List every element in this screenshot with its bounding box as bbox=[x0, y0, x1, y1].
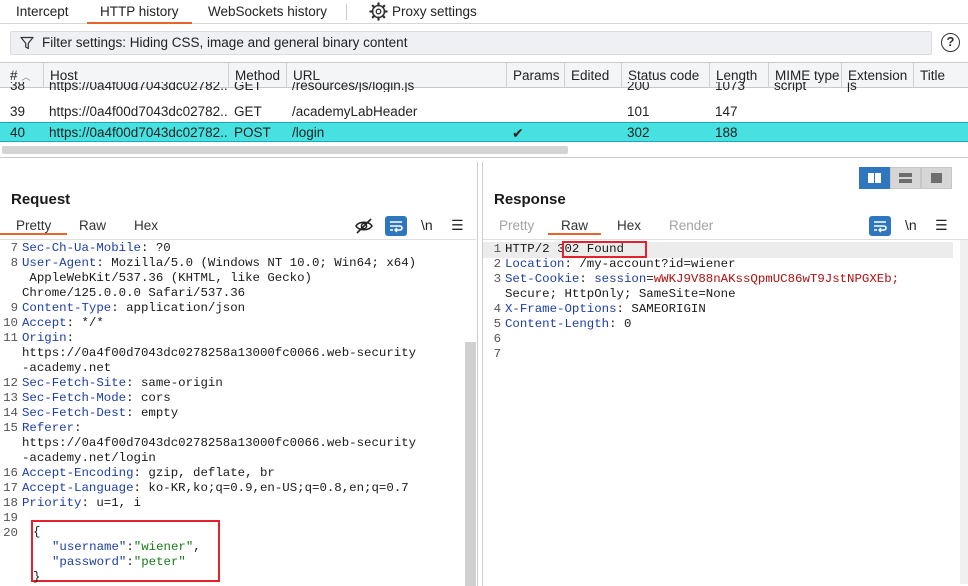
tab-proxy-settings[interactable]: Proxy settings bbox=[392, 0, 477, 24]
request-line: Chrome/125.0.0.0 Safari/537.36 bbox=[22, 286, 246, 300]
show-newlines-icon[interactable]: \n bbox=[905, 217, 917, 233]
cell-url: /academyLabHeader bbox=[292, 104, 418, 119]
request-line: 7 Sec-Ch-Ua-Mobile: ?0 bbox=[10, 241, 171, 255]
request-line: 11 Origin: bbox=[3, 331, 75, 345]
request-line: https://0a4f00d7043dc0278258a13000fc0066… bbox=[22, 346, 417, 360]
cell-status: 302 bbox=[627, 125, 650, 140]
cell-status: 200 bbox=[627, 82, 650, 92]
json-close-brace: } bbox=[33, 570, 41, 584]
cell-extension: js bbox=[847, 82, 857, 92]
request-title: Request bbox=[11, 191, 71, 208]
response-tab-raw[interactable]: Raw bbox=[548, 218, 602, 235]
request-line: AppleWebKit/537.36 (KHTML, like Gecko) bbox=[22, 271, 312, 285]
cell-number: 39 bbox=[10, 104, 26, 119]
cell-method: POST bbox=[234, 125, 271, 140]
response-tab-hex[interactable]: Hex bbox=[617, 218, 641, 233]
request-line: 12 Sec-Fetch-Site: same-origin bbox=[3, 376, 223, 390]
table-row-selected[interactable]: 40 https://0a4f00d7043dc02782... POST /l… bbox=[0, 122, 968, 142]
json-open-brace: { bbox=[33, 525, 41, 539]
request-line: 9 Content-Type: application/json bbox=[10, 301, 246, 315]
request-line: 17 Accept-Language: ko-KR,ko;q=0.9,en-US;… bbox=[3, 481, 409, 495]
request-editor[interactable]: 7 Sec-Ch-Ua-Mobile: ?0 8 User-Agent: Mozill… bbox=[0, 241, 462, 585]
status-highlight-box bbox=[562, 241, 647, 258]
request-line: 20 bbox=[3, 526, 18, 540]
tab-websockets-history[interactable]: WebSockets history bbox=[208, 0, 327, 24]
gear-icon[interactable] bbox=[369, 2, 388, 21]
response-line: 3 Set-Cookie: session=wWKJ9V88nAKssQpmUC8… bbox=[493, 272, 900, 286]
request-line: -academy.net bbox=[22, 361, 112, 375]
request-tab-pretty[interactable]: Pretty bbox=[0, 218, 68, 235]
tab-http-history[interactable]: HTTP history bbox=[87, 0, 192, 24]
request-vertical-scrollbar[interactable] bbox=[465, 342, 476, 586]
response-line: 6 bbox=[493, 332, 501, 346]
response-editor[interactable]: 1 HTTP/2 302 Found 2 Location: /my-account… bbox=[483, 241, 953, 582]
response-title: Response bbox=[494, 191, 566, 208]
response-tab-pretty[interactable]: Pretty bbox=[499, 218, 534, 233]
proxy-tab-bar: Intercept HTTP history WebSockets histor… bbox=[0, 0, 968, 24]
cell-method: GET bbox=[234, 82, 262, 92]
response-tab-render[interactable]: Render bbox=[669, 218, 713, 233]
cell-length: 188 bbox=[715, 125, 738, 140]
table-row[interactable]: 38 https://0a4f00d7043dc02782... GET /re… bbox=[0, 82, 968, 98]
sort-asc-icon: ︿ bbox=[21, 72, 31, 82]
tab-divider bbox=[346, 4, 347, 20]
filter-funnel-icon bbox=[20, 36, 34, 50]
params-check-icon: ✔ bbox=[512, 125, 524, 141]
request-line: 10 Accept: */* bbox=[3, 316, 104, 330]
cell-host: https://0a4f00d7043dc02782... bbox=[49, 104, 228, 119]
request-line: 8 User-Agent: Mozilla/5.0 (Windows NT 10.… bbox=[10, 256, 417, 270]
menu-hamburger-icon[interactable]: ☰ bbox=[935, 217, 948, 234]
response-panel: Response Pretty Raw Hex Render \n ☰ 1 HTT… bbox=[482, 162, 968, 586]
response-line: 2 Location: /my-account?id=wiener bbox=[493, 257, 736, 271]
request-line: 19 bbox=[3, 511, 18, 525]
cell-method: GET bbox=[234, 104, 262, 119]
cell-mime: script bbox=[774, 82, 807, 92]
request-line: -academy.net/login bbox=[22, 451, 156, 465]
wrap-lines-icon[interactable] bbox=[385, 216, 407, 236]
cell-length: 147 bbox=[715, 104, 738, 119]
request-line: https://0a4f00d7043dc0278258a13000fc0066… bbox=[22, 436, 417, 450]
cell-host: https://0a4f00d7043dc02782... bbox=[49, 125, 228, 140]
show-newlines-icon[interactable]: \n bbox=[421, 217, 433, 233]
response-tab-underline bbox=[483, 239, 968, 240]
help-icon[interactable]: ? bbox=[941, 33, 960, 52]
http-history-table: # ︿ Host Method URL Params Edited Status … bbox=[0, 62, 968, 158]
table-horizontal-scrollbar[interactable] bbox=[2, 146, 568, 154]
request-tab-hex[interactable]: Hex bbox=[134, 218, 158, 233]
menu-hamburger-icon[interactable]: ☰ bbox=[451, 217, 464, 234]
cell-host: https://0a4f00d7043dc02782... bbox=[49, 82, 228, 92]
json-username-line: "username":"wiener", bbox=[52, 540, 201, 554]
tab-intercept[interactable]: Intercept bbox=[16, 0, 69, 24]
request-line: 14 Sec-Fetch-Dest: empty bbox=[3, 406, 179, 420]
wrap-lines-icon[interactable] bbox=[869, 216, 891, 236]
table-row[interactable]: 39 https://0a4f00d7043dc02782... GET /ac… bbox=[0, 102, 968, 122]
response-vertical-scrollbar[interactable] bbox=[960, 240, 968, 584]
cell-number: 38 bbox=[10, 82, 26, 92]
hide-nonprintable-eye-icon[interactable] bbox=[354, 216, 374, 236]
request-tab-raw[interactable]: Raw bbox=[79, 218, 106, 233]
cell-length: 1073 bbox=[715, 82, 746, 92]
request-line: 15 Referer: bbox=[3, 421, 82, 435]
request-panel: Request Pretty Raw Hex \n ☰ 7 Sec-Ch-Ua-M… bbox=[0, 162, 478, 586]
request-line: 18 Priority: u=1, i bbox=[3, 496, 141, 510]
response-line: Secure; HttpOnly; SameSite=None bbox=[505, 287, 736, 301]
filter-settings-text: Filter settings: Hiding CSS, image and g… bbox=[42, 35, 408, 50]
response-line: 7 bbox=[493, 347, 501, 361]
response-line: 4 X-Frame-Options: SAMEORIGIN bbox=[493, 302, 706, 316]
cell-number: 40 bbox=[10, 125, 26, 140]
response-line: 5 Content-Length: 0 bbox=[493, 317, 632, 331]
cell-url: /resources/js/login.js bbox=[292, 82, 415, 92]
cell-url: /login bbox=[292, 125, 325, 140]
request-line: 13 Sec-Fetch-Mode: cors bbox=[3, 391, 171, 405]
filter-settings-bar[interactable]: Filter settings: Hiding CSS, image and g… bbox=[10, 31, 932, 55]
json-password-line: "password":"peter" bbox=[52, 555, 186, 569]
request-tab-underline bbox=[0, 239, 476, 240]
request-line: 16 Accept-Encoding: gzip, deflate, br bbox=[3, 466, 275, 480]
cell-status: 101 bbox=[627, 104, 650, 119]
